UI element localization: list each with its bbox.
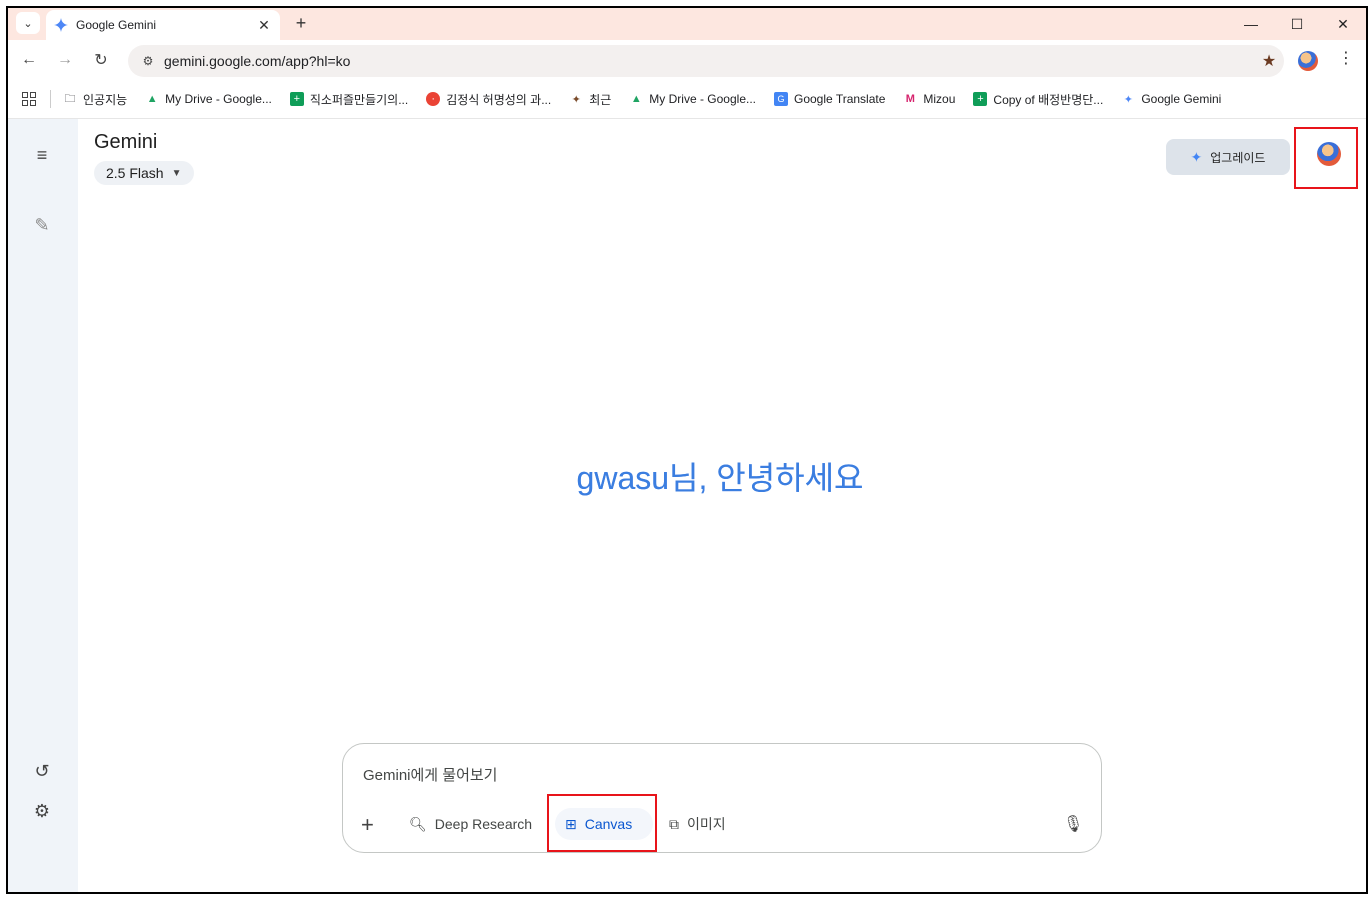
browser-menu-icon[interactable]: ⋮ [1338,48,1354,72]
upgrade-label: 업그레이드 [1210,150,1266,165]
url-text[interactable]: gemini.google.com/app?hl=ko [164,53,1254,69]
back-icon[interactable]: ← [14,45,44,75]
bookmark-label: Google Translate [794,92,886,106]
google-sheets-icon: + [973,92,988,106]
browser-toolbar: ← → ↻ ⚙ gemini.google.com/app?hl=ko ★ ⋮ [8,40,1366,80]
google-drive-icon: ▲ [146,93,158,105]
settings-icon[interactable]: ⚙ [28,797,56,825]
bookmark-item[interactable]: 🗀 인공지능 [63,91,128,108]
bookmark-item[interactable]: ▲ My Drive - Google... [629,92,756,106]
canvas-highlight-box [547,794,657,852]
google-drive-icon: ▲ [630,93,642,105]
mizou-icon: M [905,93,915,105]
bookmark-item[interactable]: · 김정식 허명성의 과... [426,91,551,108]
deep-research-button[interactable]: 🔍︎ Deep Research [409,808,532,840]
bookmark-label: 최근 [589,92,612,107]
deep-research-label: Deep Research [434,816,533,832]
image-label: 이미지 [687,816,726,832]
bookmarks-divider [50,90,51,108]
site-info-icon[interactable]: ⚙ [134,54,162,68]
bookmarks-bar: 🗀 인공지능 ▲ My Drive - Google... + 직소퍼즐만들기의...… [8,80,1366,118]
tab-search-button[interactable]: ⌄ [16,12,40,34]
gemini-app: ≡ ✎ ↺ ⚙ Gemini 2.5 Flash ▼ ✦ 업그레이드 gwasu… [8,118,1366,892]
apps-grid-icon[interactable] [22,92,36,106]
bookmark-star-icon[interactable]: ★ [1254,51,1284,71]
app-title: Gemini [94,131,158,153]
avatar-highlight-box [1294,127,1358,189]
bookmark-label: Mizou [923,92,956,106]
new-tab-button[interactable]: + [290,12,312,34]
gemini-icon: ✦ [1123,93,1133,106]
microphone-icon[interactable]: 🎙︎ [1063,814,1083,834]
bookmark-item[interactable]: ▲ My Drive - Google... [145,92,272,106]
upgrade-button[interactable]: ✦ 업그레이드 [1166,139,1290,175]
address-bar[interactable]: ⚙ gemini.google.com/app?hl=ko ★ [128,45,1284,77]
google-sheets-icon: + [289,92,304,106]
close-window-button[interactable]: ✕ [1320,8,1366,40]
profile-avatar-icon[interactable] [1298,51,1318,71]
prompt-input[interactable]: Gemini에게 물어보기 [363,764,497,785]
folder-icon: 🗀 [64,92,76,105]
red-circle-icon: · [426,92,441,106]
forward-icon[interactable]: → [50,45,80,75]
bookmark-label: My Drive - Google... [165,92,272,106]
browser-window: ⌄ Google Gemini ✕ + — ☐ ✕ ← → ↻ ⚙ gemini… [6,6,1368,894]
minimize-button[interactable]: — [1228,8,1274,40]
tab-title: Google Gemini [76,18,157,32]
window-controls: — ☐ ✕ [1228,8,1366,40]
bird-icon: ✦ [571,93,581,106]
sidebar: ≡ ✎ ↺ ⚙ [8,119,78,892]
bookmark-item[interactable]: + 직소퍼즐만들기의... [289,91,409,108]
bookmark-item[interactable]: ✦ 최근 [569,91,612,108]
image-icon: ⧉ [669,815,679,832]
gemini-icon [54,18,68,32]
deep-research-icon: 🔍︎ [409,815,427,832]
composer-tools: + 🔍︎ Deep Research ⊞ Canvas ⧉ 이미지 🎙︎ [343,806,1101,842]
activity-history-icon[interactable]: ↺ [28,757,56,785]
bookmark-item[interactable]: G Google Translate [774,92,885,106]
chevron-down-icon: ⌄ [23,17,33,30]
add-icon[interactable]: + [361,812,374,838]
new-chat-icon[interactable]: ✎ [28,211,56,239]
menu-icon[interactable]: ≡ [28,141,56,169]
greeting: gwasu님, 안녕하세요 [8,453,1366,499]
prompt-composer[interactable]: Gemini에게 물어보기 + 🔍︎ Deep Research ⊞ Canva… [342,743,1102,853]
bookmark-item[interactable]: ✦ Google Gemini [1121,92,1222,106]
image-button[interactable]: ⧉ 이미지 [669,808,726,840]
tab-google-gemini[interactable]: Google Gemini ✕ [46,10,280,40]
bookmark-label: My Drive - Google... [649,92,756,106]
model-label: 2.5 Flash [106,165,164,181]
tab-strip: ⌄ Google Gemini ✕ + — ☐ ✕ [8,8,1366,40]
maximize-button[interactable]: ☐ [1274,8,1320,40]
bookmark-label: 김정식 허명성의 과... [446,92,552,107]
translate-icon: G [774,92,788,106]
gemini-spark-icon: ✦ [1190,148,1203,165]
bookmark-label: Copy of 배정반명단... [993,92,1104,107]
bookmark-item[interactable]: M Mizou [903,92,956,106]
bookmark-item[interactable]: + Copy of 배정반명단... [973,91,1103,108]
avatar[interactable] [1317,142,1341,166]
close-icon[interactable]: ✕ [256,17,272,34]
bookmark-label: 직소퍼즐만들기의... [309,92,409,107]
bookmark-label: 인공지능 [83,92,128,107]
model-selector[interactable]: 2.5 Flash ▼ [94,161,194,185]
caret-down-icon: ▼ [171,167,182,179]
bookmark-label: Google Gemini [1141,92,1222,106]
reload-icon[interactable]: ↻ [86,45,116,75]
